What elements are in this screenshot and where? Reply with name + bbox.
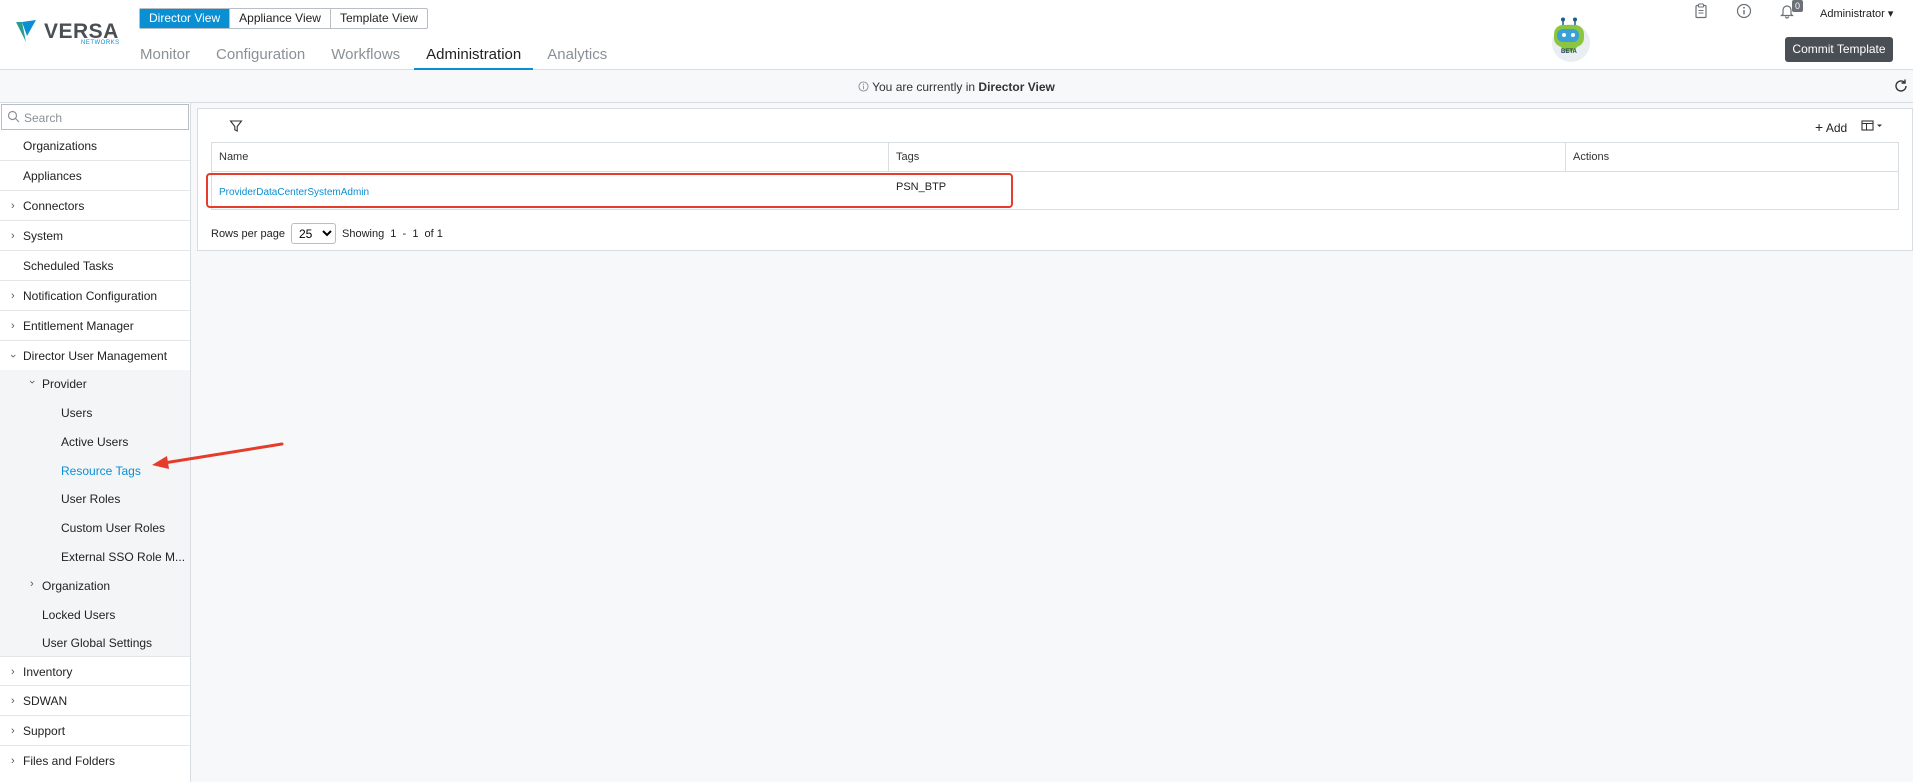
view-banner: You are currently in Director View <box>0 70 1913 103</box>
column-header-actions: Actions <box>1573 151 1610 163</box>
director-view-button[interactable]: Director View <box>140 9 231 28</box>
sidebar-item-director-user-management[interactable]: › Director User Management <box>0 341 190 371</box>
user-menu[interactable]: Administrator ▾ <box>1820 7 1893 20</box>
versa-logo[interactable]: VERSA NETWORKS <box>14 18 119 48</box>
tree-item-resource-tags[interactable]: Resource Tags <box>61 464 141 478</box>
columns-icon <box>1861 120 1882 131</box>
sidebar-item-label: Director User Management <box>23 349 168 363</box>
sidebar-item-sdwan[interactable]: › SDWAN <box>0 686 190 716</box>
column-header-name[interactable]: Name <box>212 143 889 171</box>
info-icon[interactable] <box>1736 3 1752 19</box>
sidebar-item-appliances[interactable]: Appliances <box>0 161 190 191</box>
tree-item-users[interactable]: Users <box>61 406 92 420</box>
chevron-right-icon: › <box>11 230 15 242</box>
chevron-right-icon: › <box>11 695 15 707</box>
beta-label: BETA <box>1561 49 1577 55</box>
chevron-right-icon: › <box>11 725 15 737</box>
sidebar-search <box>1 104 189 130</box>
sidebar-item-label: System <box>23 229 64 243</box>
sidebar-item-label: SDWAN <box>23 694 68 708</box>
notification-count-badge: 0 <box>1792 0 1803 12</box>
chevron-right-icon: › <box>30 578 34 590</box>
tree-item-external-sso-role-mapping[interactable]: External SSO Role M... <box>61 550 185 564</box>
rows-per-page-label: Rows per page <box>211 227 285 240</box>
nav-configuration[interactable]: Configuration <box>216 46 305 70</box>
ai-assistant-bot[interactable]: BETA <box>1546 16 1592 62</box>
sidebar-item-support[interactable]: › Support <box>0 716 190 746</box>
caret-down-icon: ▾ <box>1887 8 1894 20</box>
row-actions <box>1566 172 1898 209</box>
sidebar-item-label: Files and Folders <box>23 754 116 768</box>
resource-tags-panel: + Add Name Tags Actions ProviderDataCent… <box>197 108 1913 251</box>
chevron-down-icon: › <box>6 354 19 358</box>
chevron-right-icon: › <box>11 200 15 212</box>
sidebar-item-notification-configuration[interactable]: › Notification Configuration <box>0 281 190 311</box>
robot-icon <box>1552 17 1590 62</box>
sidebar-item-organizations[interactable]: Organizations <box>0 131 190 161</box>
chevron-right-icon: › <box>11 320 15 332</box>
sidebar-item-inventory[interactable]: › Inventory <box>0 656 190 686</box>
director-user-management-children: › Provider Users Active Users Resource T… <box>0 370 190 656</box>
nav-administration[interactable]: Administration <box>414 46 534 70</box>
versa-logo-mark <box>16 20 36 42</box>
chevron-right-icon: › <box>11 290 15 302</box>
view-switch: Director View Appliance View Template Vi… <box>139 8 428 29</box>
tree-item-custom-user-roles[interactable]: Custom User Roles <box>61 521 165 535</box>
resource-tags-table: Name Tags Actions ProviderDataCenterSyst… <box>211 142 1899 210</box>
sidebar-item-label: Inventory <box>23 665 73 679</box>
tree-item-active-users[interactable]: Active Users <box>61 435 128 449</box>
tree-item-user-global-settings[interactable]: User Global Settings <box>42 636 152 650</box>
sidebar-item-label: Scheduled Tasks <box>23 259 114 273</box>
tree-item-user-roles[interactable]: User Roles <box>61 492 120 506</box>
chevron-down-icon: › <box>25 380 38 384</box>
banner-view: Director View <box>978 80 1055 94</box>
sidebar-item-files-and-folders[interactable]: › Files and Folders <box>0 746 190 776</box>
add-label: Add <box>1825 121 1848 135</box>
sidebar-item-label: Notification Configuration <box>23 289 158 303</box>
template-view-button[interactable]: Template View <box>331 9 427 28</box>
plus-icon: + <box>1815 119 1824 135</box>
sidebar-item-label: Organizations <box>23 139 98 153</box>
chevron-right-icon: › <box>11 755 15 767</box>
refresh-icon[interactable] <box>1893 78 1909 94</box>
search-icon <box>7 110 20 123</box>
sidebar-item-entitlement-manager[interactable]: › Entitlement Manager <box>0 311 190 341</box>
sidebar-item-scheduled-tasks[interactable]: Scheduled Tasks <box>0 251 190 281</box>
nav-workflows[interactable]: Workflows <box>331 46 400 70</box>
nav-analytics[interactable]: Analytics <box>547 46 607 70</box>
filter-icon[interactable] <box>229 119 243 133</box>
sidebar: Organizations Appliances › Connectors › Sy… <box>0 103 191 782</box>
row-name-link[interactable]: ProviderDataCenterSystemAdmin <box>212 174 889 211</box>
sidebar-item-connectors[interactable]: › Connectors <box>0 191 190 221</box>
clipboard-icon[interactable] <box>1693 3 1709 19</box>
nav-monitor[interactable]: Monitor <box>140 46 190 70</box>
chevron-right-icon: › <box>11 666 15 678</box>
banner-message: You are currently in Director View <box>0 80 1913 94</box>
rows-per-page-select[interactable]: 25 <box>291 223 336 244</box>
appliance-view-button[interactable]: Appliance View <box>230 9 331 28</box>
logo-subtext: NETWORKS <box>81 40 120 46</box>
sidebar-item-label: Appliances <box>23 169 82 183</box>
sidebar-search-input[interactable] <box>24 109 184 126</box>
sidebar-item-label: Connectors <box>23 199 85 213</box>
sidebar-item-system[interactable]: › System <box>0 221 190 251</box>
user-name: Administrator <box>1820 8 1885 20</box>
tree-item-locked-users[interactable]: Locked Users <box>42 608 115 622</box>
tree-item-provider[interactable]: Provider <box>42 377 87 391</box>
column-header-tags[interactable]: Tags <box>889 143 1566 171</box>
sidebar-item-label: Support <box>23 724 66 738</box>
table-header: Name Tags Actions <box>212 143 1898 172</box>
showing-text: Showing 1 - 1 of 1 <box>342 227 443 240</box>
row-tags: PSN_BTP <box>896 181 947 193</box>
tree-item-organization[interactable]: Organization <box>42 579 110 593</box>
sidebar-item-label: Entitlement Manager <box>23 319 134 333</box>
column-chooser-button[interactable] <box>1861 119 1885 133</box>
top-header: VERSA NETWORKS Director View Appliance V… <box>0 0 1913 70</box>
banner-info-icon <box>858 81 869 92</box>
add-button[interactable]: + Add <box>1815 119 1847 135</box>
pagination: Rows per page 25 Showing 1 - 1 of 1 <box>211 223 443 244</box>
commit-template-button[interactable]: Commit Template <box>1785 37 1893 62</box>
banner-prefix: You are currently in <box>872 80 979 94</box>
main-nav: Monitor Configuration Workflows Administ… <box>140 46 633 70</box>
